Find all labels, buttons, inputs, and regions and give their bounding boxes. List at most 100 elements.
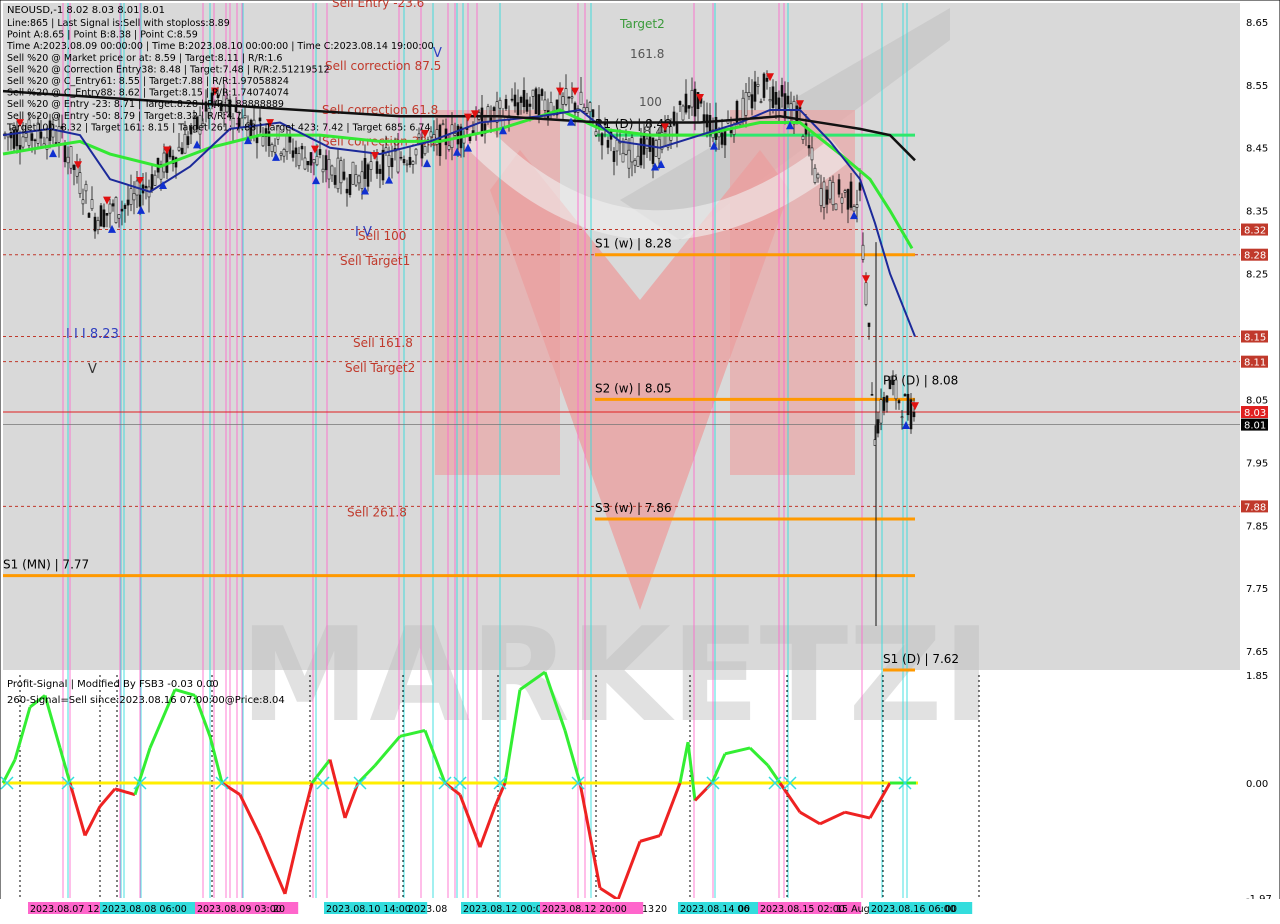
candle-body xyxy=(840,197,844,204)
candle-body xyxy=(567,96,571,99)
time-axis-label-partial: 00 xyxy=(738,904,750,915)
candle-body xyxy=(504,99,508,109)
candle-body xyxy=(144,185,148,189)
candle-body xyxy=(150,174,154,191)
candle-body xyxy=(381,149,385,181)
time-axis-label-partial: 20 xyxy=(655,904,667,915)
candle-body xyxy=(741,97,745,120)
candle-body xyxy=(825,189,829,205)
candle-body xyxy=(591,109,595,118)
candle-body xyxy=(789,103,793,110)
candle-body xyxy=(582,107,586,112)
candle-body xyxy=(420,142,424,159)
candle-body xyxy=(903,394,907,397)
candle-body xyxy=(744,92,748,116)
candle-body xyxy=(69,146,73,169)
candle-body xyxy=(261,136,265,147)
candle-body xyxy=(912,411,916,418)
sub-panel-title: Profit-Signal | Modified By FSB3 -0.03 0… xyxy=(7,679,219,690)
candle-body xyxy=(717,132,721,138)
candle-body xyxy=(495,101,499,123)
candle-body xyxy=(846,189,850,210)
candle-body xyxy=(93,216,97,232)
candle-body xyxy=(906,393,910,416)
info-line: Sell %20 @ C_Entry61: 8.55 | Target:7.88… xyxy=(7,76,289,87)
main-y-tick-label: 8.05 xyxy=(1246,395,1268,406)
candle-body xyxy=(753,81,757,102)
time-axis-label: 2023.08.10 14:00 xyxy=(326,904,411,915)
time-axis-label: 15 Aug xyxy=(836,904,870,915)
candle-body xyxy=(681,105,685,121)
candle-body xyxy=(258,117,262,122)
candle-body xyxy=(255,137,259,144)
candle-body xyxy=(120,208,124,212)
candle-body xyxy=(453,133,457,136)
chart-svg: MARKETZIR1 (D) | 8.48S1 (w) | 8.28S2 (w)… xyxy=(0,0,1280,921)
main-y-tick-label: 8.65 xyxy=(1246,18,1268,29)
candle-body xyxy=(186,136,190,145)
candle-body xyxy=(684,93,688,113)
candle-body xyxy=(498,99,502,109)
candle-body xyxy=(909,399,913,430)
candle-body xyxy=(837,179,841,195)
candle-body xyxy=(522,90,526,108)
candle-body xyxy=(411,161,415,165)
candle-body xyxy=(129,188,133,205)
candle-body xyxy=(687,105,691,109)
candle-body xyxy=(339,160,343,184)
candle-body xyxy=(351,161,355,185)
candle-body xyxy=(816,173,820,179)
candle-body xyxy=(627,149,631,169)
main-y-tick-label: 7.95 xyxy=(1246,458,1268,469)
candle-body xyxy=(396,148,400,173)
main-y-tick-label: 7.85 xyxy=(1246,521,1268,532)
fib-label: Sell Target1 xyxy=(340,254,410,268)
candle-body xyxy=(570,96,574,99)
candle-body xyxy=(306,160,310,166)
main-y-tick-label: 8.35 xyxy=(1246,207,1268,218)
candle-body xyxy=(879,399,883,424)
candle-body xyxy=(501,116,505,128)
candle-body xyxy=(81,199,85,205)
candle-body xyxy=(360,171,364,189)
main-y-tick-label: 7.75 xyxy=(1246,584,1268,595)
candle-body xyxy=(111,203,115,207)
candle-body xyxy=(852,206,856,212)
candle-body xyxy=(345,188,349,194)
wave-label: I I I 8.23 xyxy=(66,327,119,342)
candle-body xyxy=(303,157,307,170)
target-label: Target2 xyxy=(619,17,665,31)
candle-body xyxy=(678,101,682,106)
candle-body xyxy=(594,131,598,136)
candle-body xyxy=(588,102,592,113)
candle-body xyxy=(96,220,100,230)
candle-body xyxy=(897,400,901,404)
candle-body xyxy=(486,106,490,123)
pivot-level-label: S1 (D) | 7.62 xyxy=(883,652,959,666)
price-tag-label: 7.88 xyxy=(1244,502,1266,513)
candle-body xyxy=(519,96,523,103)
candle-body xyxy=(870,394,874,396)
time-axis-label-partial: 2023.08 xyxy=(408,904,447,915)
candle-body xyxy=(747,92,751,97)
candle-body xyxy=(543,99,547,111)
candle-body xyxy=(90,199,94,210)
candle-body xyxy=(876,419,880,434)
candle-body xyxy=(861,244,865,260)
candle-body xyxy=(801,136,805,141)
candle-body xyxy=(183,133,187,154)
fib-label: Sell 261.8 xyxy=(347,506,407,520)
candle-body xyxy=(882,396,886,411)
candle-body xyxy=(267,131,271,147)
candle-body xyxy=(417,133,421,138)
wave-label: V xyxy=(88,362,97,377)
candle-body xyxy=(750,94,754,109)
candle-body xyxy=(270,144,274,153)
fib-label: Sell Target2 xyxy=(345,361,415,375)
candle-body xyxy=(177,146,181,151)
candle-body xyxy=(606,139,610,148)
info-line: Point A:8.65 | Point B:8.38 | Point C:8.… xyxy=(7,30,198,41)
candle-body xyxy=(885,395,889,403)
candle-body xyxy=(330,165,334,176)
candle-body xyxy=(300,145,304,150)
